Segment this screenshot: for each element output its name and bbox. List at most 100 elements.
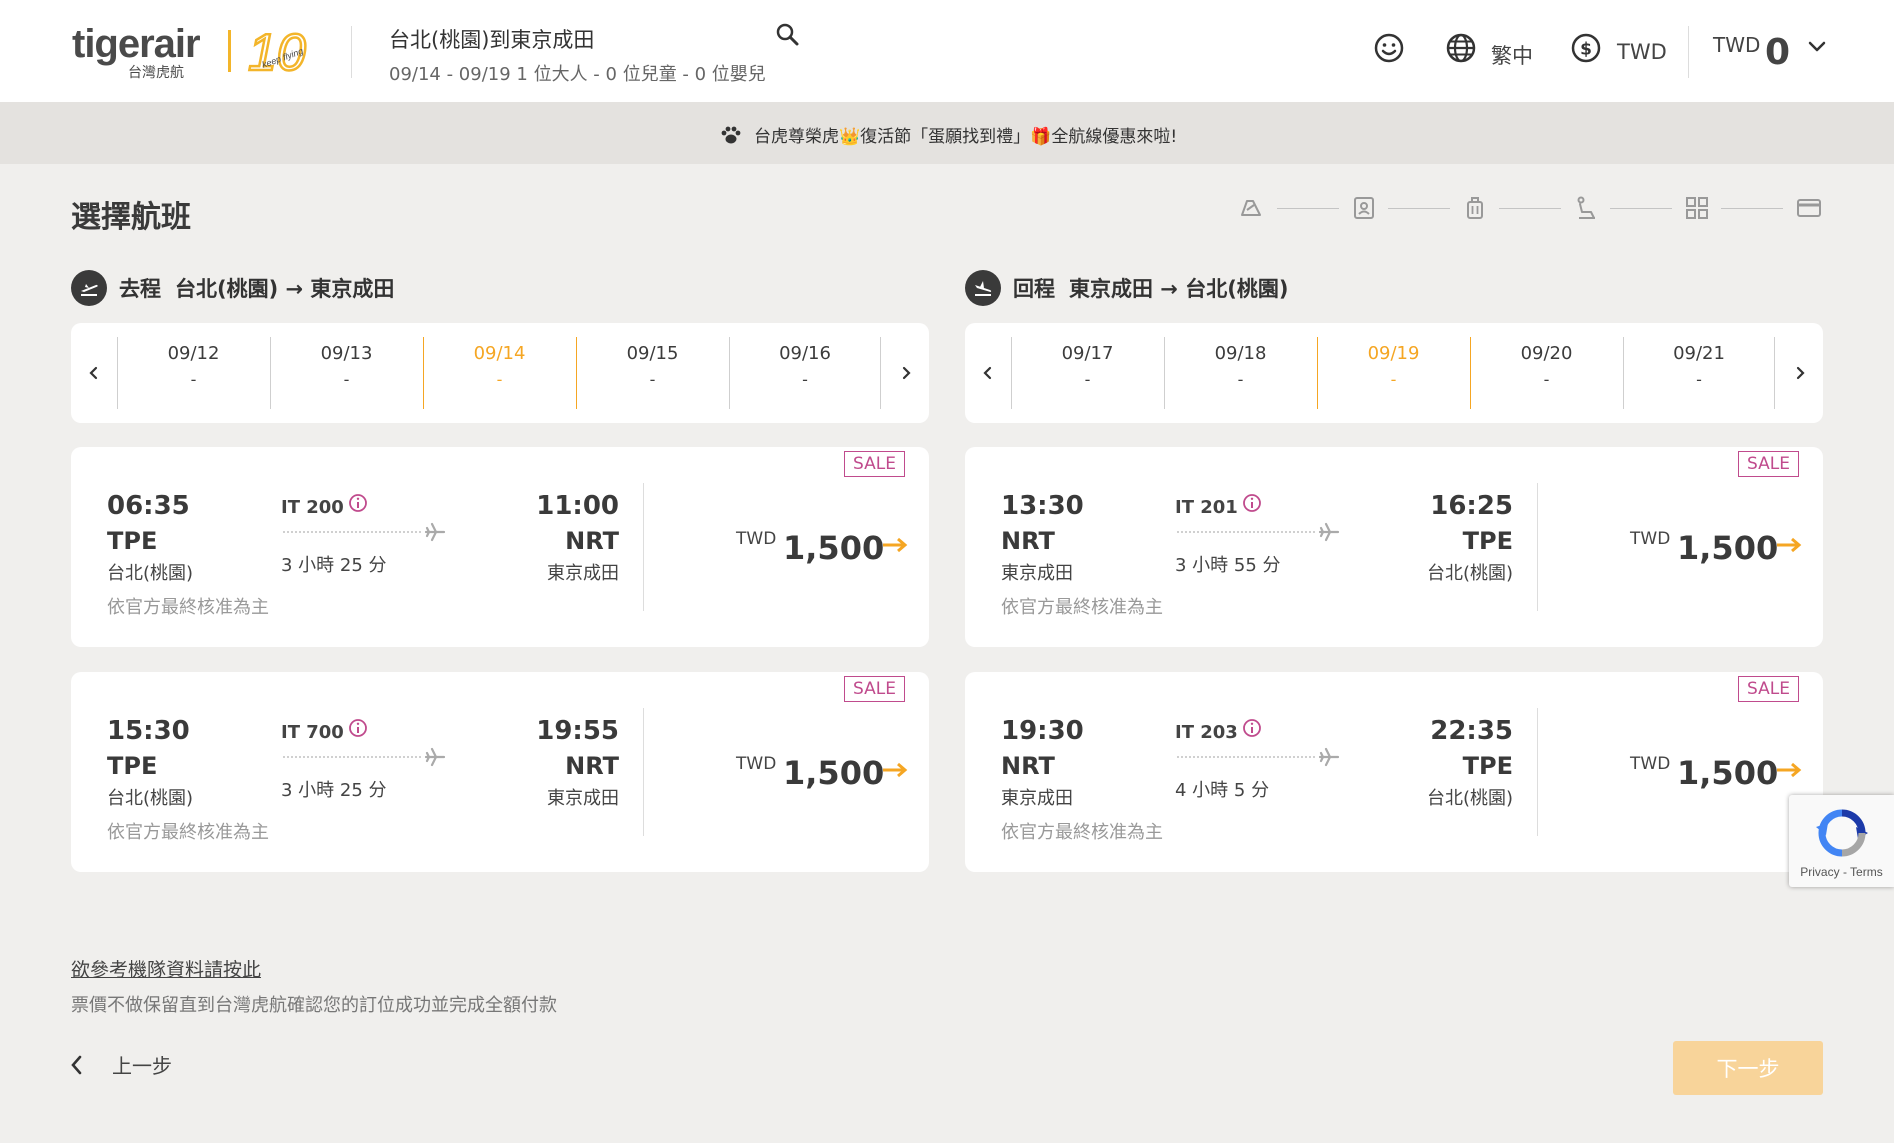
language-label[interactable]: 繁中 — [1491, 40, 1533, 70]
arrival-code: NRT — [565, 752, 619, 780]
cart-currency: TWD — [1713, 33, 1761, 57]
sale-badge: SALE — [844, 676, 905, 702]
date-price: - — [802, 370, 808, 389]
date-price: - — [1084, 370, 1091, 389]
chevron-left-icon[interactable] — [87, 365, 101, 381]
route-line — [1177, 756, 1315, 758]
info-icon[interactable] — [1242, 493, 1262, 513]
arrival-airport: 東京成田 — [547, 563, 619, 584]
flight-number: IT 200 — [281, 497, 344, 518]
arrow-right-icon[interactable] — [1775, 535, 1803, 555]
recaptcha-links[interactable]: Privacy - Terms — [1789, 865, 1894, 879]
outbound-next-dates[interactable] — [883, 323, 929, 423]
arrival-time: 22:35 — [1430, 716, 1513, 746]
chevron-left-icon[interactable] — [981, 365, 995, 381]
inbound-label: 回程 — [1013, 277, 1055, 301]
sale-badge: SALE — [844, 451, 905, 477]
anniversary-10-logo: 10 keep flying — [247, 23, 307, 80]
globe-icon[interactable] — [1445, 32, 1477, 64]
approval-note: 依官方最終核准為主 — [1001, 822, 1163, 843]
price-amount: 1,500 — [1677, 529, 1779, 567]
back-button[interactable]: 上一步 — [68, 1050, 172, 1079]
arrival-plane-icon — [965, 270, 1001, 306]
airplane-icon — [1318, 747, 1340, 767]
date-option-selected[interactable]: 09/14 - — [423, 337, 575, 409]
date-option[interactable]: 09/21 - — [1623, 337, 1775, 409]
arrival-time: 16:25 — [1430, 491, 1513, 521]
departure-time: 15:30 — [107, 716, 190, 746]
flight-number: IT 700 — [281, 722, 344, 743]
date-option-selected[interactable]: 09/19 - — [1317, 337, 1469, 409]
approval-note: 依官方最終核准為主 — [107, 597, 269, 618]
info-icon[interactable] — [348, 718, 368, 738]
date-option[interactable]: 09/16 - — [729, 337, 881, 409]
inbound-prev-dates[interactable] — [965, 323, 1011, 423]
fare-disclaimer: 票價不做保留直到台灣虎航確認您的訂位成功並完成全額付款 — [71, 995, 557, 1016]
departure-time: 06:35 — [107, 491, 190, 521]
airplane-icon — [424, 522, 446, 542]
step-connector — [1499, 208, 1561, 209]
outbound-prev-dates[interactable] — [71, 323, 117, 423]
top-header: tigerair 台灣虎航 10 keep flying 台北(桃園)到東京成田… — [0, 0, 1894, 102]
fleet-info-link[interactable]: 欲參考機隊資料請按此 — [71, 955, 261, 982]
departure-time: 13:30 — [1001, 491, 1084, 521]
flight-step-icon — [1241, 200, 1261, 216]
arrow-right-icon[interactable] — [1775, 760, 1803, 780]
recaptcha-badge[interactable]: Privacy - Terms — [1789, 795, 1894, 887]
date-price: - — [1696, 370, 1702, 389]
outbound-route: 台北(桃園) → 東京成田 — [175, 277, 395, 301]
flight-card[interactable]: SALE 15:30 TPE 台北(桃園) 依官方最終核准為主 IT 700 3… — [71, 672, 929, 872]
flight-duration: 3 小時 55 分 — [1175, 555, 1281, 576]
date-option[interactable]: 09/13 - — [270, 337, 422, 409]
logo-wordmark: tigerair — [72, 22, 201, 66]
chevron-right-icon[interactable] — [1793, 365, 1807, 381]
departure-airport: 台北(桃園) — [107, 563, 194, 584]
departure-plane-icon — [71, 270, 107, 306]
date-label: 09/13 — [320, 343, 373, 364]
flight-card[interactable]: SALE 13:30 NRT 東京成田 依官方最終核准為主 IT 201 3 小… — [965, 447, 1823, 647]
date-option[interactable]: 09/17 - — [1011, 337, 1163, 409]
page-title: 選擇航班 — [71, 200, 191, 235]
route-line — [283, 531, 421, 533]
search-icon[interactable] — [775, 22, 801, 48]
chevron-right-icon[interactable] — [899, 365, 913, 381]
price-amount: 1,500 — [1677, 754, 1779, 792]
currency-label[interactable]: TWD — [1617, 40, 1667, 64]
route-summary[interactable]: 09/14 - 09/19 1 位大人 - 0 位兒童 - 0 位嬰兒 — [389, 60, 766, 86]
step-connector — [1277, 208, 1339, 209]
price-currency: TWD — [736, 754, 777, 774]
info-icon[interactable] — [1242, 718, 1262, 738]
chevron-left-icon[interactable] — [68, 1053, 88, 1077]
inbound-next-dates[interactable] — [1777, 323, 1823, 423]
date-option[interactable]: 09/15 - — [576, 337, 728, 409]
step-connector — [1610, 208, 1672, 209]
date-label: 09/18 — [1214, 343, 1267, 364]
promo-banner-text[interactable]: 台虎尊榮虎👑復活節「蛋願找到禮」🎁全航線優惠來啦! — [754, 122, 1177, 147]
member-smiley-icon[interactable] — [1373, 32, 1405, 64]
route-title[interactable]: 台北(桃園)到東京成田 — [389, 24, 594, 54]
departure-airport: 東京成田 — [1001, 563, 1073, 584]
inbound-date-selector: 09/17 - 09/18 - 09/19 - 09/20 - 09/21 - — [965, 323, 1823, 423]
date-price: - — [190, 370, 197, 389]
info-icon[interactable] — [348, 493, 368, 513]
departure-code: TPE — [107, 527, 158, 555]
back-button-label[interactable]: 上一步 — [112, 1050, 172, 1079]
flight-card[interactable]: SALE 19:30 NRT 東京成田 依官方最終核准為主 IT 203 4 小… — [965, 672, 1823, 872]
next-step-button[interactable]: 下一步 — [1673, 1041, 1823, 1095]
promo-banner[interactable]: 台虎尊榮虎👑復活節「蛋願找到禮」🎁全航線優惠來啦! — [0, 102, 1894, 164]
tigerair-logo[interactable]: tigerair 台灣虎航 10 keep flying — [72, 22, 322, 82]
approval-note: 依官方最終核准為主 — [107, 822, 269, 843]
arrow-right-icon[interactable] — [881, 760, 909, 780]
date-option[interactable]: 09/12 - — [117, 337, 269, 409]
step-connector — [1721, 208, 1783, 209]
date-option[interactable]: 09/18 - — [1164, 337, 1316, 409]
header-divider-right — [1688, 26, 1689, 78]
approval-note: 依官方最終核准為主 — [1001, 597, 1163, 618]
flight-card[interactable]: SALE 06:35 TPE 台北(桃園) 依官方最終核准為主 IT 200 3… — [71, 447, 929, 647]
route-line — [283, 756, 421, 758]
date-option[interactable]: 09/20 - — [1470, 337, 1622, 409]
currency-dollar-icon[interactable]: $ — [1570, 32, 1602, 64]
date-label: 09/14 — [473, 343, 526, 364]
arrow-right-icon[interactable] — [881, 535, 909, 555]
chevron-down-icon[interactable] — [1806, 36, 1828, 58]
